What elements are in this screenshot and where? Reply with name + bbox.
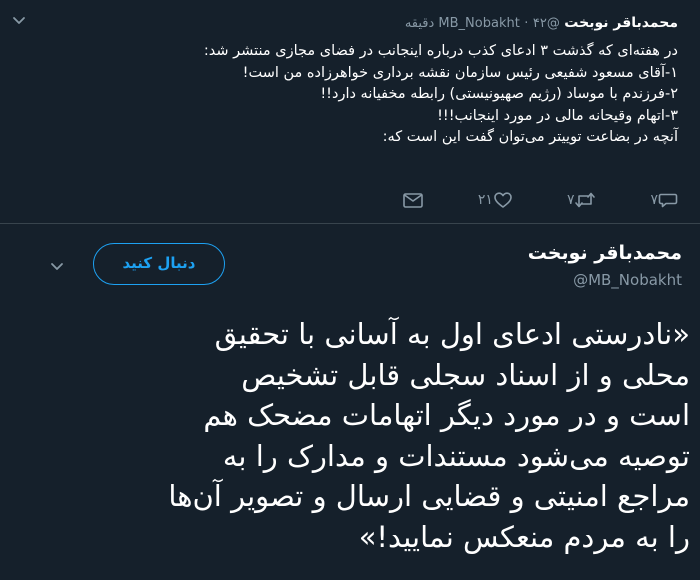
main-tweet-line: توصیه می‌شود مستندات و مدارک را به bbox=[222, 438, 690, 473]
author-handle[interactable]: @MB_Nobakht bbox=[573, 270, 682, 290]
retweet-icon bbox=[574, 191, 596, 209]
main-tweet-line: مراجع امنیتی و قضایی ارسال و تصویر آن‌ها bbox=[168, 479, 690, 513]
reply-button[interactable]: ۷ bbox=[638, 191, 678, 209]
reply-count: ۷ bbox=[650, 192, 658, 208]
tweet-text-line: در هفته‌ای که گذشت ۳ ادعای کذب درباره ای… bbox=[203, 43, 678, 59]
tweet-header: محمدباقر نوبخت @MB_Nobakht · ۴۲ دقیقه bbox=[405, 13, 678, 34]
reply-icon bbox=[658, 191, 678, 209]
main-tweet-line: محلی و از اسناد سجلی قابل تشخیص bbox=[241, 357, 690, 392]
heart-icon bbox=[493, 191, 513, 209]
main-tweet-line: را به مردم منعکس نمایید!» bbox=[358, 519, 690, 554]
main-tweet-card: محمدباقر نوبخت @MB_Nobakht دنبال کنید «ن… bbox=[0, 224, 700, 580]
main-tweet-line: «نادرستی ادعای اول به آسانی با تحقیق bbox=[214, 317, 690, 351]
main-tweet-text: «نادرستی ادعای اول به آسانی با تحقیق محل… bbox=[15, 314, 690, 557]
tweet-actions: ۷ ۷ ۲۱ bbox=[348, 188, 678, 212]
tweet-text-line: آنچه در بضاعت توییتر می‌توان گفت این است… bbox=[382, 129, 678, 145]
author-name[interactable]: محمدباقر نوبخت bbox=[564, 15, 678, 31]
message-icon bbox=[402, 191, 424, 209]
main-tweet-line: است و در مورد دیگر اتهامات مضحک هم bbox=[203, 398, 690, 432]
direct-message-button[interactable] bbox=[402, 191, 424, 209]
separator-dot: · bbox=[524, 16, 529, 31]
quoted-tweet[interactable]: محمدباقر نوبخت @MB_Nobakht · ۴۲ دقیقه در… bbox=[0, 0, 700, 224]
tweet-text-line: ۱-آقای مسعود شفیعی رئیس سازمان نقشه بردا… bbox=[242, 64, 678, 81]
tweet-text: در هفته‌ای که گذشت ۳ ادعای کذب درباره ای… bbox=[18, 41, 678, 149]
tweet-text-line: ۳-اتهام وقیحانه مالی در مورد اینجانب!!! bbox=[437, 107, 678, 124]
like-count: ۲۱ bbox=[477, 192, 493, 208]
like-button[interactable]: ۲۱ bbox=[466, 191, 513, 209]
retweet-button[interactable]: ۷ bbox=[555, 191, 597, 209]
tweet-text-line: ۲-فرزندم با موساد (رژیم صهیونیستی) رابطه… bbox=[320, 86, 678, 102]
author-name[interactable]: محمدباقر نوبخت bbox=[528, 240, 682, 266]
chevron-down-icon[interactable] bbox=[12, 12, 26, 31]
retweet-count: ۷ bbox=[566, 192, 575, 208]
follow-button[interactable]: دنبال کنید bbox=[93, 243, 225, 285]
chevron-down-icon[interactable] bbox=[50, 258, 64, 277]
